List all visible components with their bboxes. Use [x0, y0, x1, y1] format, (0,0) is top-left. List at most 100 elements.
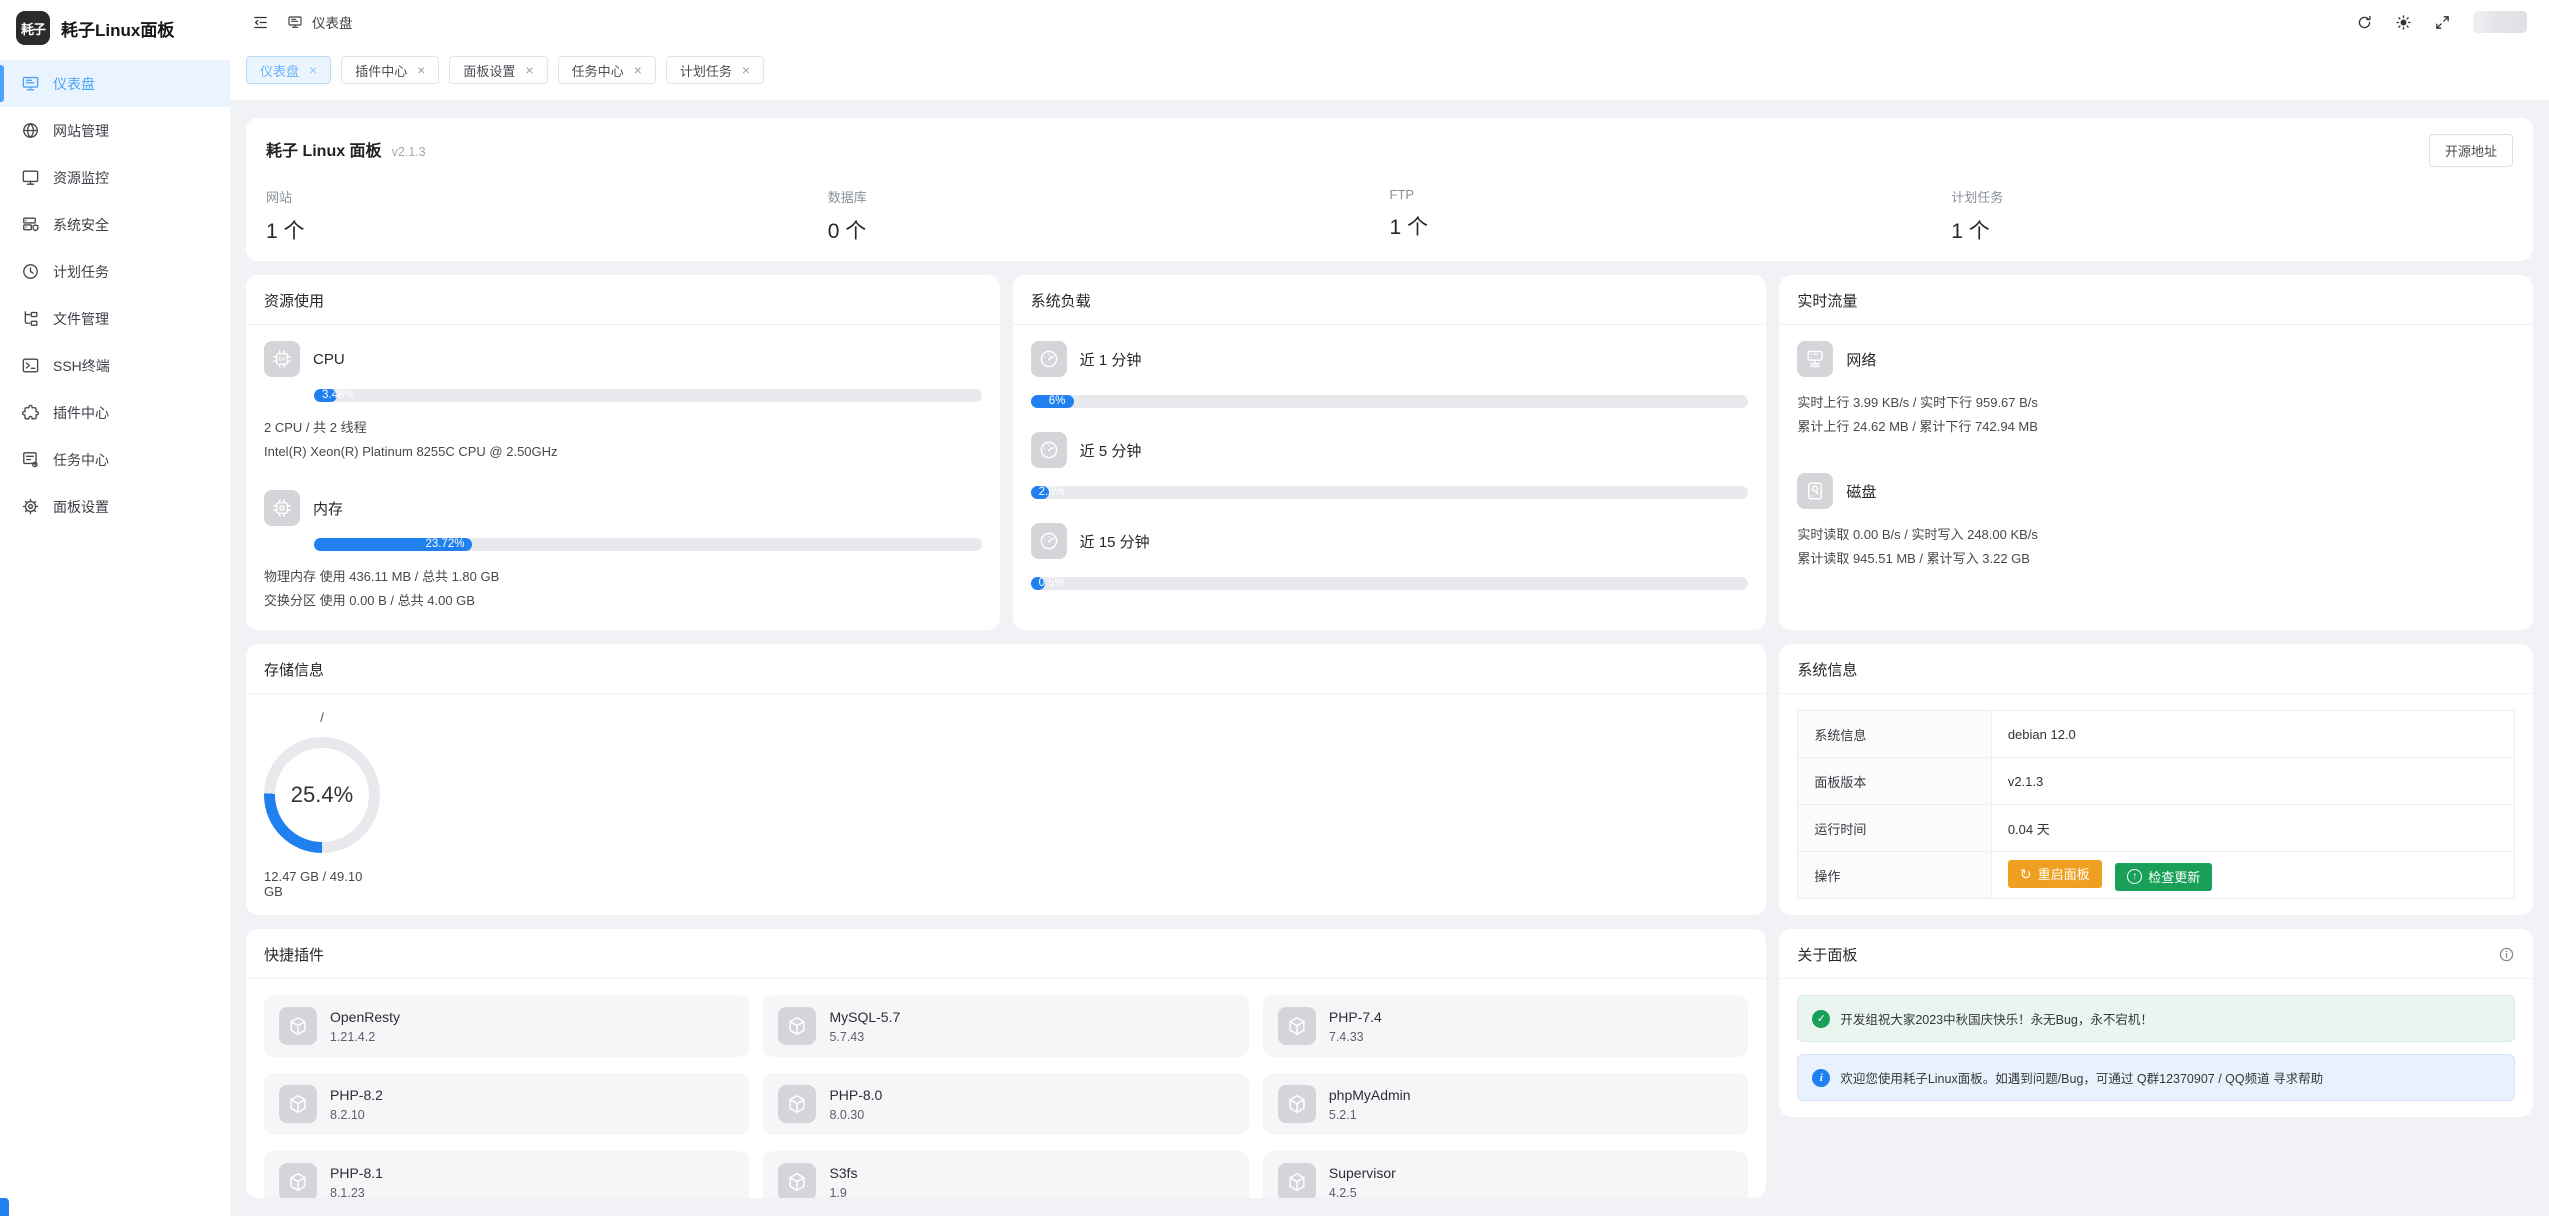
stat-ftp: FTP 1 个 — [1390, 187, 1952, 245]
restart-icon: ↻ — [2020, 867, 2032, 881]
plugin-php80[interactable]: PHP-8.0 8.0.30 — [763, 1073, 1248, 1135]
network-line-1: 实时上行 3.99 KB/s / 实时下行 959.67 B/s — [1797, 391, 2515, 415]
hard-disk-icon — [1797, 473, 1833, 509]
package-icon — [778, 1007, 816, 1045]
plugin-supervisor[interactable]: Supervisor 4.2.5 — [1263, 1151, 1748, 1198]
plugin-mysql[interactable]: MySQL-5.7 5.7.43 — [763, 995, 1248, 1057]
gear-icon — [21, 497, 40, 516]
close-icon[interactable]: × — [309, 63, 317, 77]
sidebar-item-security[interactable]: 系统安全 — [0, 201, 230, 248]
info-icon[interactable] — [2498, 946, 2515, 963]
card-title: 资源使用 — [246, 275, 1000, 325]
app-logo: 耗子 — [16, 11, 50, 45]
breadcrumb: 仪表盘 — [287, 12, 353, 32]
table-row: 系统信息 debian 12.0 — [1798, 711, 2515, 758]
sidebar-item-label: 文件管理 — [53, 309, 109, 329]
plugin-php81[interactable]: PHP-8.1 8.1.23 — [264, 1151, 749, 1198]
sidebar-item-monitoring[interactable]: 资源监控 — [0, 154, 230, 201]
memory-block: 内存 23.72% 物理内存 使用 436.11 MB / 总共 1.80 GB… — [264, 490, 982, 613]
sidebar-item-label: 仪表盘 — [53, 74, 95, 94]
storage-donut-chart: 25.4% — [264, 737, 380, 853]
close-icon[interactable]: × — [742, 63, 750, 77]
sidebar-item-websites[interactable]: 网站管理 — [0, 107, 230, 154]
disk-block: 磁盘 实时读取 0.00 B/s / 实时写入 248.00 KB/s 累计读取… — [1797, 473, 2515, 571]
load-1min-progress: 6% — [1031, 395, 1749, 408]
open-source-button[interactable]: 开源地址 — [2429, 134, 2513, 167]
fullscreen-icon[interactable] — [2434, 14, 2451, 31]
realtime-traffic-card: 实时流量 网络 实时上行 3.99 KB/s / 实时下行 959.67 B/s… — [1779, 275, 2533, 630]
corner-accent — [0, 1198, 9, 1216]
memory-line-2: 交换分区 使用 0.00 B / 总共 4.00 GB — [264, 589, 982, 613]
close-icon[interactable]: × — [417, 63, 425, 77]
tab-plugin-center[interactable]: 插件中心 × — [341, 56, 439, 84]
network-block: 网络 实时上行 3.99 KB/s / 实时下行 959.67 B/s 累计上行… — [1797, 341, 2515, 439]
cpu-line-2: Intel(R) Xeon(R) Platinum 8255C CPU @ 2.… — [264, 440, 982, 464]
tab-dashboard[interactable]: 仪表盘 × — [246, 56, 331, 84]
app-title: 耗子Linux面板 — [61, 16, 174, 41]
plugin-php74[interactable]: PHP-7.4 7.4.33 — [1263, 995, 1748, 1057]
quick-plugins-card: 快捷插件 OpenResty 1.21.4.2 MySQL-5.7 5.7.43 — [246, 929, 1766, 1198]
plugin-s3fs[interactable]: S3fs 1.9 — [763, 1151, 1248, 1198]
package-icon — [1278, 1163, 1316, 1198]
sidebar-item-cron[interactable]: 计划任务 — [0, 248, 230, 295]
system-load-card: 系统负载 近 1 分钟 6% 近 5 分钟 — [1013, 275, 1767, 630]
theme-toggle-icon[interactable] — [2395, 14, 2412, 31]
task-board-icon — [21, 450, 40, 469]
sidebar-item-settings[interactable]: 面板设置 — [0, 483, 230, 530]
sidebar-item-label: 计划任务 — [53, 262, 109, 282]
check-update-button[interactable]: ↑ 检查更新 — [2115, 863, 2212, 891]
tab-panel-settings[interactable]: 面板设置 × — [449, 56, 547, 84]
tab-cron[interactable]: 计划任务 × — [666, 56, 764, 84]
info-circle-icon: i — [1812, 1069, 1830, 1087]
system-info-card: 系统信息 系统信息 debian 12.0 面板版本 v2.1.3 运行时间 0… — [1779, 644, 2533, 915]
close-icon[interactable]: × — [634, 63, 642, 77]
gauge-icon — [1031, 341, 1067, 377]
tab-label: 任务中心 — [572, 61, 624, 80]
upgrade-icon: ↑ — [2127, 869, 2142, 884]
sidebar: 耗子 耗子Linux面板 仪表盘 网站管理 资源监控 系统安全 计划任务 文件管… — [0, 0, 230, 1216]
tab-label: 面板设置 — [463, 61, 515, 80]
alert-text: 开发组祝大家2023中秋国庆快乐！永无Bug，永不宕机！ — [1840, 1009, 2153, 1028]
plugin-openresty[interactable]: OpenResty 1.21.4.2 — [264, 995, 749, 1057]
load-15min-block: 近 15 分钟 0.5% — [1031, 523, 1749, 590]
memory-icon — [264, 490, 300, 526]
tab-task-center[interactable]: 任务中心 × — [558, 56, 656, 84]
restart-panel-button[interactable]: ↻ 重启面板 — [2008, 860, 2102, 888]
table-row: 运行时间 0.04 天 — [1798, 805, 2515, 852]
memory-progress: 23.72% — [314, 538, 982, 551]
sidebar-item-plugins[interactable]: 插件中心 — [0, 389, 230, 436]
stat-cron: 计划任务 1 个 — [1951, 187, 2513, 245]
resource-usage-card: 资源使用 CPU 3.48% 2 CPU / 共 2 线程 Intel(R) X… — [246, 275, 1000, 630]
storage-donut-block: / 25.4% 12.47 GB / 49.10 GB — [264, 710, 380, 899]
topbar-actions — [2356, 11, 2527, 33]
gauge-icon — [1031, 432, 1067, 468]
sidebar-item-ssh[interactable]: SSH终端 — [0, 342, 230, 389]
panel-title: 耗子 Linux 面板 — [266, 137, 382, 161]
sidebar-item-tasks[interactable]: 任务中心 — [0, 436, 230, 483]
card-title: 快捷插件 — [246, 929, 1766, 979]
refresh-icon[interactable] — [2356, 14, 2373, 31]
sidebar-item-dashboard[interactable]: 仪表盘 — [0, 60, 230, 107]
sidebar-item-files[interactable]: 文件管理 — [0, 295, 230, 342]
dashboard-icon — [21, 74, 40, 93]
sidebar-item-label: 面板设置 — [53, 497, 109, 517]
card-title: 实时流量 — [1779, 275, 2533, 325]
tab-label: 插件中心 — [355, 61, 407, 80]
collapse-sidebar-icon[interactable] — [252, 14, 269, 31]
storage-percent: 25.4% — [291, 782, 353, 808]
dashboard-content: 耗子 Linux 面板 v2.1.3 开源地址 网站 1 个 数据库 0 个 F… — [230, 100, 2549, 1216]
close-icon[interactable]: × — [525, 63, 533, 77]
user-menu[interactable] — [2473, 11, 2527, 33]
package-icon — [279, 1007, 317, 1045]
load-5min-label: 近 5 分钟 — [1080, 440, 1142, 461]
cpu-icon — [264, 341, 300, 377]
globe-icon — [21, 121, 40, 140]
sidebar-item-label: SSH终端 — [53, 356, 110, 376]
disk-label: 磁盘 — [1846, 481, 1876, 502]
card-title: 存储信息 — [246, 644, 1766, 694]
sidebar-item-label: 网站管理 — [53, 121, 109, 141]
plugin-phpmyadmin[interactable]: phpMyAdmin 5.2.1 — [1263, 1073, 1748, 1135]
load-5min-block: 近 5 分钟 2.5% — [1031, 432, 1749, 499]
cpu-line-1: 2 CPU / 共 2 线程 — [264, 416, 982, 440]
plugin-php82[interactable]: PHP-8.2 8.2.10 — [264, 1073, 749, 1135]
